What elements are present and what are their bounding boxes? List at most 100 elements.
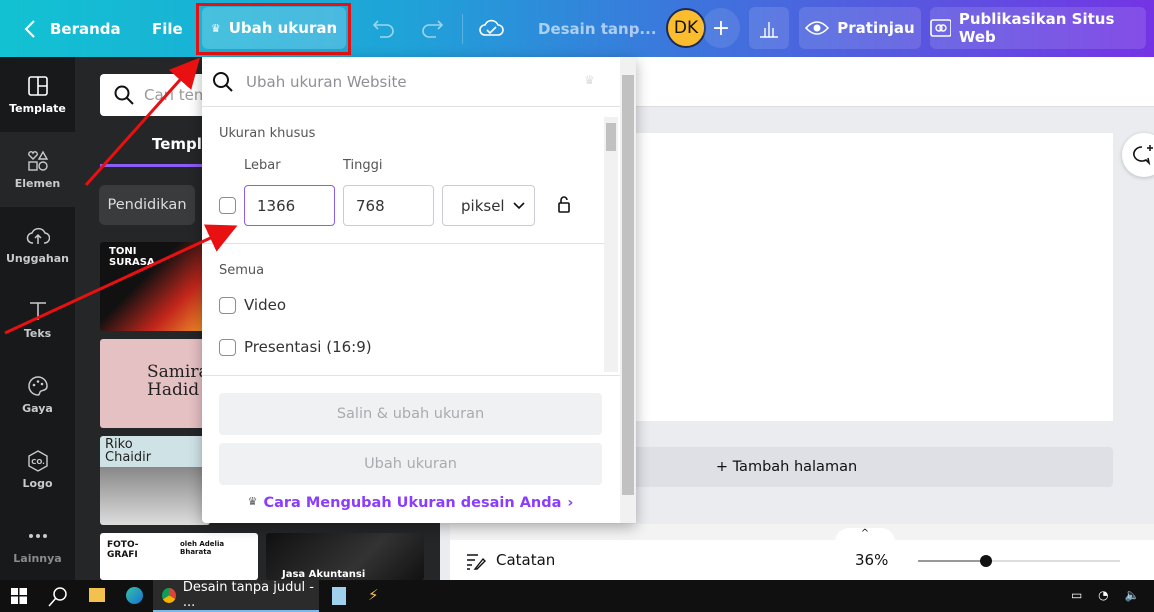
inner-scrollbar[interactable] bbox=[604, 117, 618, 372]
horizontal-scrollbar[interactable] bbox=[450, 524, 1154, 540]
sidebar-item-label: Template bbox=[9, 102, 66, 115]
resize-search-input[interactable]: Ubah ukuran Website ♛ bbox=[202, 57, 620, 107]
template-thumbnail[interactable]: TONI SURASA bbox=[100, 242, 210, 331]
zoom-slider-fill bbox=[918, 560, 986, 562]
logo-icon: CO. bbox=[27, 450, 48, 472]
divider bbox=[202, 375, 620, 376]
chrome-taskbar-item[interactable]: Desain tanpa judul - ... bbox=[153, 580, 319, 612]
section-label: Ukuran khusus bbox=[219, 126, 316, 141]
thumb-title: Riko Chaidir bbox=[105, 437, 152, 465]
add-comment-button[interactable] bbox=[1122, 133, 1154, 177]
sidebar-item-elements[interactable]: Elemen bbox=[0, 132, 75, 207]
thumb-title: FOTO-GRAFI bbox=[107, 540, 139, 560]
publish-label: Publikasikan Situs Web bbox=[958, 10, 1115, 46]
filter-chip-education[interactable]: Pendidikan bbox=[99, 185, 195, 225]
resize-dropdown: Ubah ukuran Website ♛ Ukuran khusus Leba… bbox=[202, 57, 636, 523]
zoom-value: 36% bbox=[855, 551, 889, 569]
cloud-saved-icon[interactable] bbox=[478, 16, 504, 40]
plus-icon: + bbox=[711, 15, 731, 41]
section-label: Semua bbox=[219, 263, 265, 278]
template-thumbnail[interactable]: FOTO-GRAFI oleh Adelia Bharata bbox=[100, 533, 258, 580]
svg-text:CO.: CO. bbox=[31, 458, 45, 466]
unlock-icon[interactable] bbox=[557, 195, 571, 213]
design-title[interactable]: Desain tanp... bbox=[538, 0, 657, 57]
taskbar: Desain tanpa judul - ... ⚡ ▭ ◔ 🔈 bbox=[0, 580, 1154, 612]
option-label: Video bbox=[244, 296, 287, 314]
sidebar-item-label: Unggahan bbox=[5, 252, 70, 265]
preview-label: Pratinjau bbox=[837, 19, 915, 37]
help-link-label: Cara Mengubah Ukuran desain Anda bbox=[263, 495, 562, 511]
crown-icon: ♛ bbox=[247, 495, 258, 508]
width-label: Lebar bbox=[244, 158, 281, 173]
sidebar-item-label: Lainnya bbox=[13, 552, 62, 565]
option-video[interactable]: Video bbox=[219, 296, 419, 316]
chevron-right-icon: › bbox=[567, 495, 574, 511]
checkbox[interactable] bbox=[219, 297, 236, 314]
notes-button[interactable]: Catatan bbox=[496, 551, 555, 569]
publish-website-button[interactable]: Publikasikan Situs Web bbox=[930, 7, 1146, 49]
file-menu[interactable]: File bbox=[152, 0, 183, 57]
file-explorer-icon[interactable] bbox=[89, 588, 105, 602]
notepad-icon[interactable] bbox=[332, 587, 346, 605]
sidebar-item-logo[interactable]: CO. Logo bbox=[0, 432, 75, 507]
thumb-title: Jasa Akuntansi bbox=[282, 569, 366, 580]
unit-value: piksel bbox=[461, 196, 505, 215]
help-link[interactable]: ♛ Cara Mengubah Ukuran desain Anda › bbox=[219, 495, 602, 511]
resize-submit-button[interactable]: Ubah ukuran bbox=[219, 443, 602, 485]
thumb-title: TONI SURASA bbox=[109, 246, 155, 268]
website-icon bbox=[930, 19, 951, 37]
copy-resize-button[interactable]: Salin & ubah ukuran bbox=[219, 393, 602, 435]
template-thumbnail[interactable]: Samira Hadid bbox=[100, 339, 210, 428]
bottom-bar: Catatan 36% bbox=[450, 540, 1154, 580]
text-icon bbox=[29, 302, 46, 320]
checkbox[interactable] bbox=[219, 339, 236, 356]
template-icon bbox=[27, 76, 48, 96]
sidebar-item-template[interactable]: Template bbox=[0, 57, 75, 132]
home-button[interactable]: Beranda bbox=[24, 0, 121, 57]
more-icon bbox=[28, 534, 47, 538]
sidebar-item-label: Teks bbox=[23, 327, 52, 340]
palette-icon bbox=[27, 376, 48, 396]
comment-plus-icon bbox=[1133, 145, 1153, 166]
scroll-thumb[interactable] bbox=[606, 123, 616, 151]
sidebar-item-styles[interactable]: Gaya bbox=[0, 357, 75, 432]
outer-scrollbar[interactable] bbox=[620, 57, 636, 523]
crown-icon: ♛ bbox=[584, 73, 595, 87]
divider bbox=[462, 14, 463, 44]
template-thumbnail[interactable]: Jasa Akuntansi bbox=[266, 533, 424, 580]
unit-select[interactable]: piksel bbox=[442, 185, 535, 226]
system-tray-icons[interactable]: ▭ ◔ 🔈 bbox=[1071, 588, 1145, 602]
redo-icon[interactable] bbox=[420, 17, 444, 39]
option-presentation[interactable]: Presentasi (16:9) bbox=[219, 338, 419, 358]
scroll-thumb[interactable] bbox=[622, 75, 634, 495]
search-icon bbox=[114, 85, 134, 105]
zoom-slider-handle[interactable] bbox=[980, 555, 992, 567]
search-icon bbox=[213, 71, 233, 92]
search-icon[interactable] bbox=[47, 586, 69, 608]
sidebar-item-uploads[interactable]: Unggahan bbox=[0, 207, 75, 282]
taskbar-item-label: Desain tanpa judul - ... bbox=[182, 580, 314, 610]
edge-icon[interactable] bbox=[126, 587, 143, 604]
width-input[interactable]: 1366 bbox=[244, 185, 335, 226]
insights-button[interactable] bbox=[749, 7, 789, 49]
zoom-slider[interactable] bbox=[918, 555, 1120, 567]
sidebar-item-text[interactable]: Teks bbox=[0, 282, 75, 357]
chevron-down-icon bbox=[513, 201, 525, 209]
template-thumbnail[interactable]: Riko Chaidir bbox=[100, 436, 210, 525]
windows-start-icon[interactable] bbox=[11, 588, 27, 604]
undo-icon[interactable] bbox=[372, 17, 396, 39]
search-placeholder: Ubah ukuran Website bbox=[246, 72, 407, 91]
chevron-left-icon bbox=[24, 19, 35, 38]
preview-button[interactable]: Pratinjau bbox=[799, 7, 921, 49]
cloud-upload-icon bbox=[26, 227, 50, 244]
add-collaborator-button[interactable]: + bbox=[702, 8, 740, 48]
avatar[interactable]: DK bbox=[666, 8, 706, 48]
home-label: Beranda bbox=[50, 19, 121, 38]
custom-size-checkbox[interactable] bbox=[219, 197, 236, 214]
height-input[interactable]: 768 bbox=[343, 185, 434, 226]
app-icon[interactable]: ⚡ bbox=[368, 586, 379, 604]
shapes-icon bbox=[27, 150, 48, 171]
top-bar: Beranda File ♛ Ubah ukuran Desain tanp..… bbox=[0, 0, 1154, 57]
sidebar-item-label: Gaya bbox=[22, 402, 53, 415]
sidebar-item-more[interactable]: Lainnya bbox=[0, 507, 75, 582]
